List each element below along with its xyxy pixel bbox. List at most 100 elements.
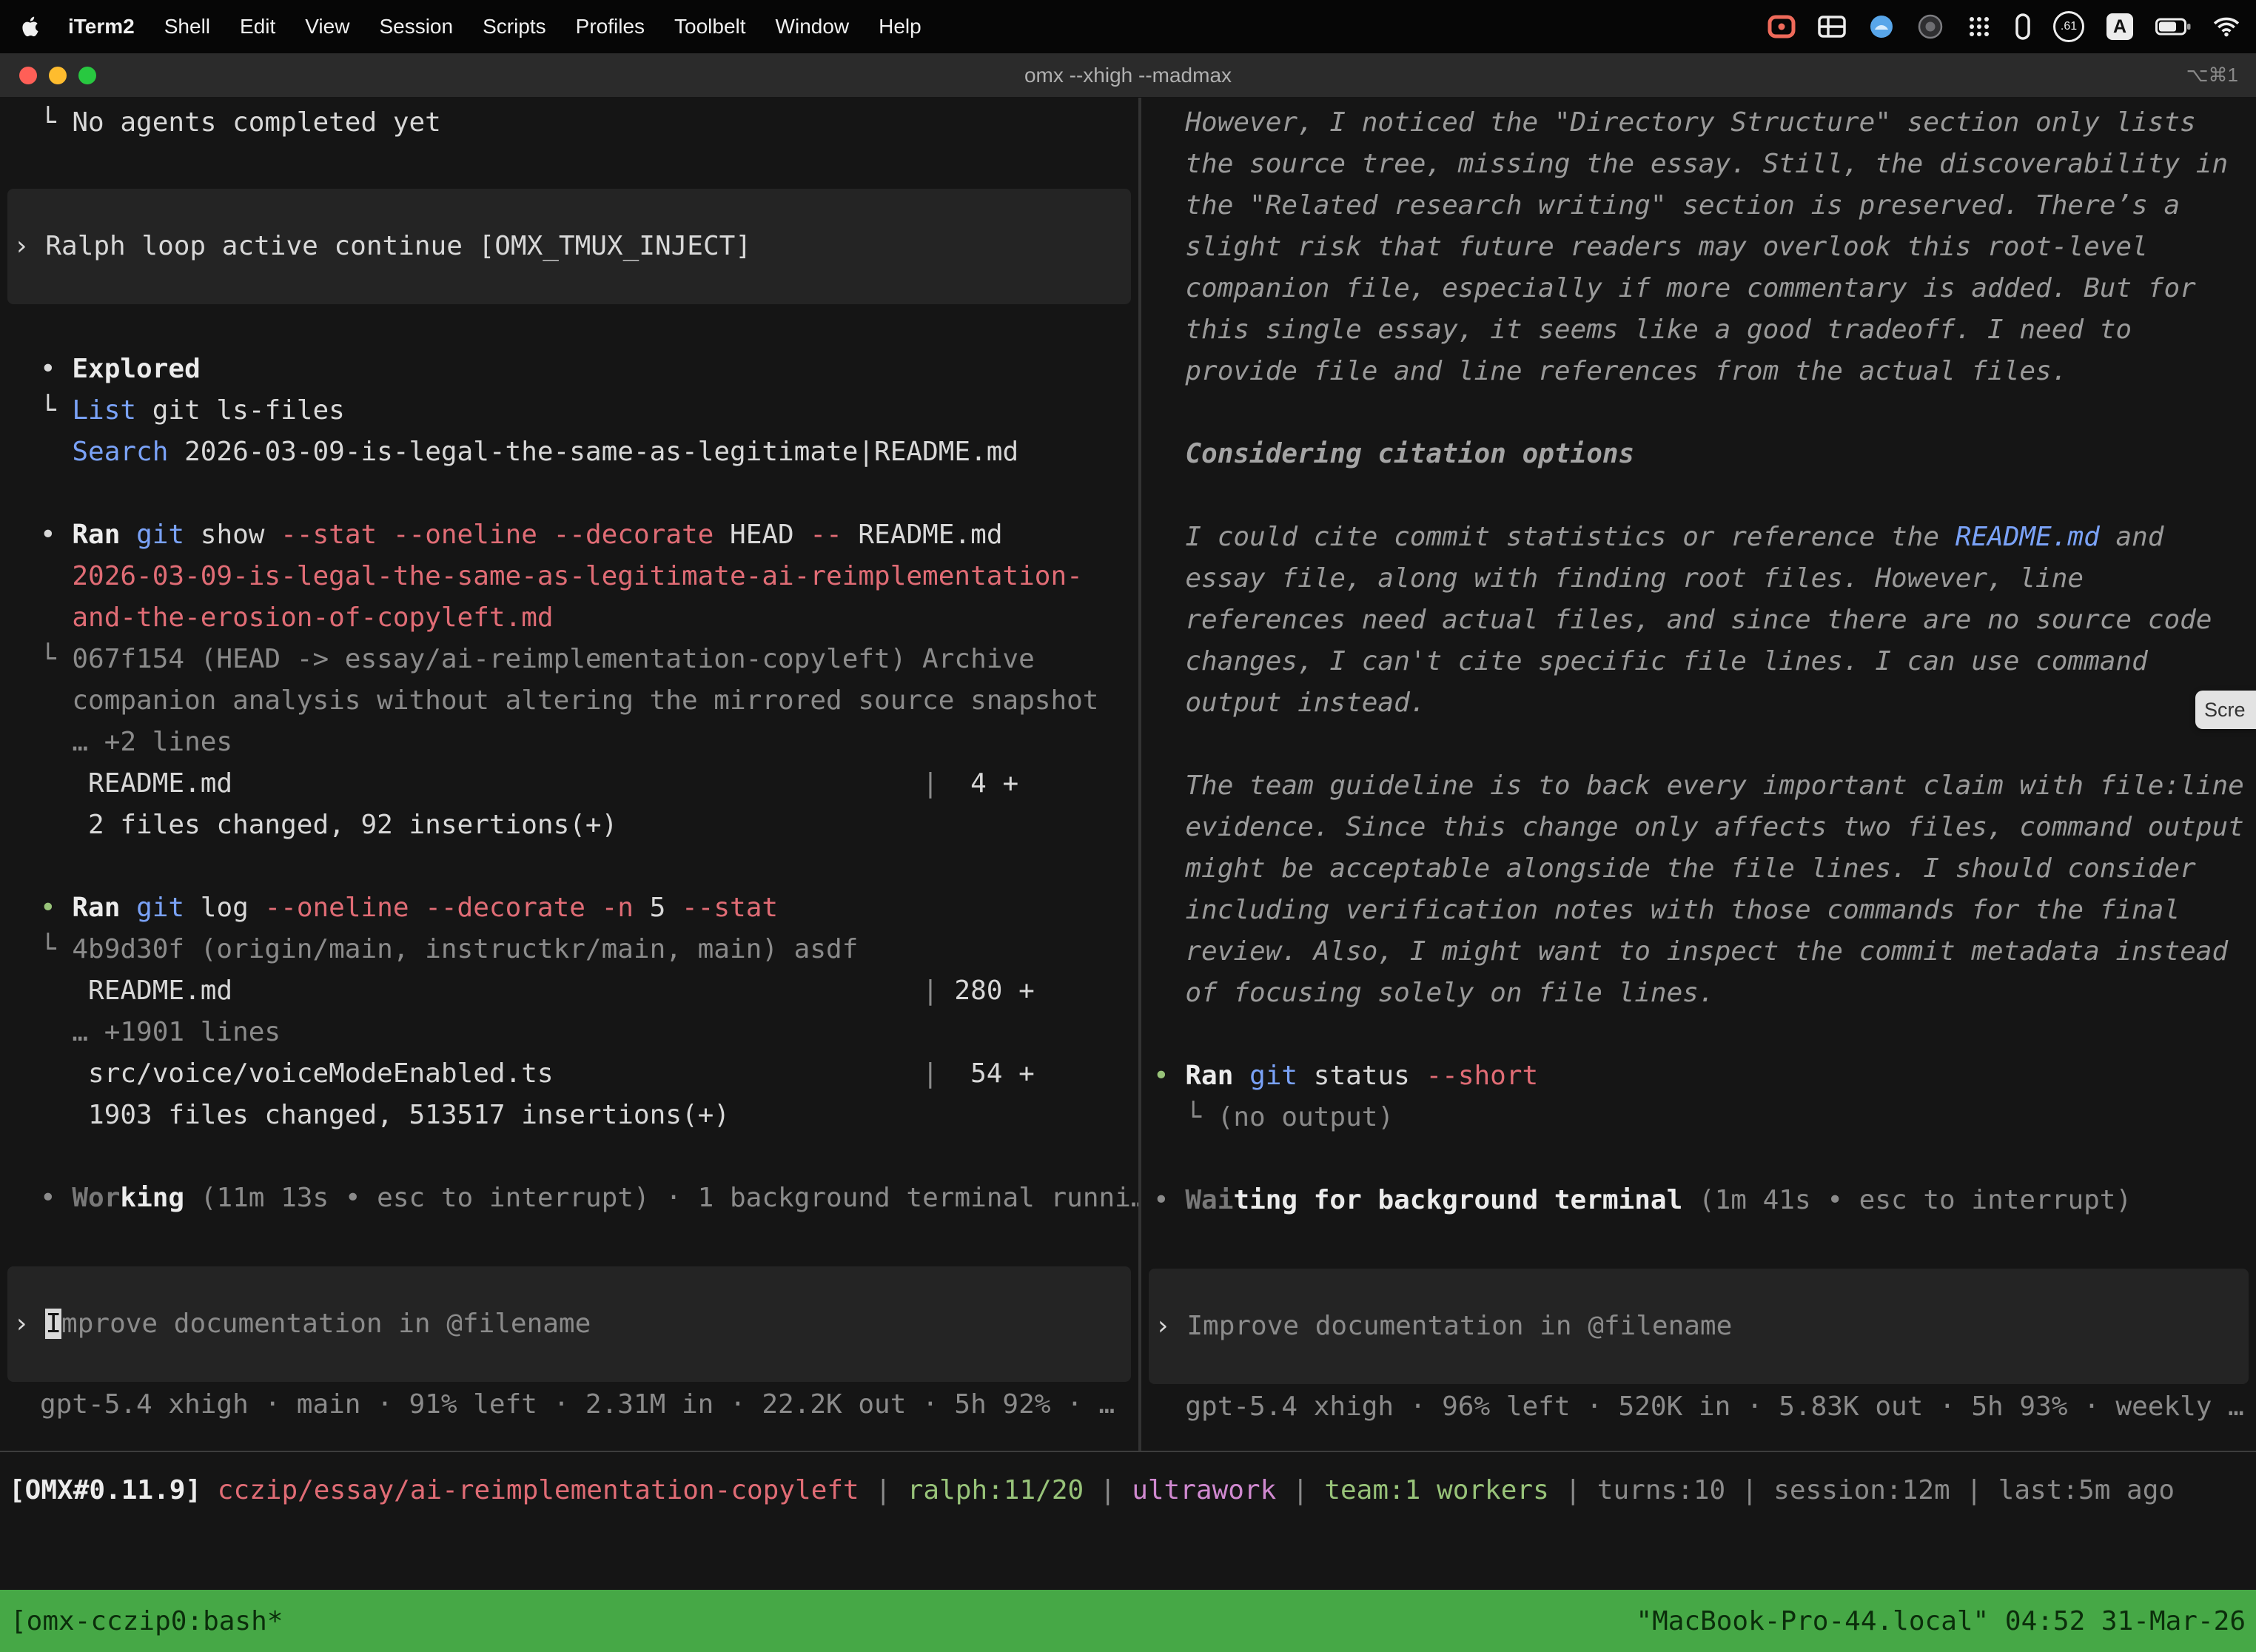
screen-recording-icon[interactable] <box>1767 15 1796 38</box>
terminal-line: README.md | 280 + <box>40 970 1138 1012</box>
terminal-line: • Ran git show --stat --oneline --decora… <box>40 514 1138 556</box>
terminal-line: provide file and line references from th… <box>1153 351 2256 392</box>
terminal-line: › Improve documentation in @filename <box>13 1303 1131 1345</box>
terminal-line: 2026-03-09-is-legal-the-same-as-legitima… <box>40 556 1138 597</box>
terminal-line: I could cite commit statistics or refere… <box>1153 517 2256 558</box>
agent-summary-top: └ No agents completed yet <box>0 98 1138 144</box>
session-status-right: gpt-5.4 xhigh · 96% left · 520K in · 5.8… <box>1141 1386 2256 1428</box>
terminal-line: • Ran git status --short <box>1153 1055 2256 1097</box>
terminal-line: … +1901 lines <box>40 1012 1138 1053</box>
menu-item-window[interactable]: Window <box>761 15 865 38</box>
zoom-button[interactable] <box>78 67 96 84</box>
terminal-line: output instead. <box>1153 682 2256 724</box>
terminal-line: › Ralph loop active continue [OMX_TMUX_I… <box>13 226 1131 267</box>
input-source-icon[interactable]: A <box>2106 13 2133 40</box>
menu-item-toolbelt[interactable]: Toolbelt <box>659 15 761 38</box>
dark-app-icon[interactable] <box>1917 13 1944 40</box>
terminal-area: └ No agents completed yet › Ralph loop a… <box>0 98 2256 1590</box>
terminal-line: companion file, especially if more comme… <box>1153 268 2256 309</box>
window-tiling-icon[interactable] <box>1818 16 1846 38</box>
battery-gauge-icon[interactable]: .61 <box>2053 11 2084 42</box>
terminal-line: • Waiting for background terminal (1m 41… <box>1153 1180 2256 1221</box>
terminal-line: Search 2026-03-09-is-legal-the-same-as-l… <box>40 432 1138 473</box>
terminal-line: … +2 lines <box>40 722 1138 763</box>
dots-grid-icon[interactable] <box>1966 13 1993 40</box>
window-title: omx --xhigh --madmax <box>1024 64 1232 87</box>
apple-icon[interactable] <box>0 15 53 38</box>
menu-item-iterm2[interactable]: iTerm2 <box>53 15 150 38</box>
terminal-line: 2 files changed, 92 insertions(+) <box>40 805 1138 846</box>
terminal-line: [OMX#0.11.9] cczip/essay/ai-reimplementa… <box>9 1470 2256 1511</box>
terminal-line: including verification notes with those … <box>1153 890 2256 931</box>
blue-app-icon[interactable] <box>1868 13 1895 40</box>
menu-item-view[interactable]: View <box>290 15 364 38</box>
traffic-lights <box>19 67 96 84</box>
terminal-line: changes, I can't cite specific file line… <box>1153 641 2256 682</box>
menubar: iTerm2 Shell Edit View Session Scripts P… <box>0 0 2256 53</box>
terminal-line: README.md | 4 + <box>40 763 1138 805</box>
terminal-line <box>40 1136 1138 1178</box>
battery-icon[interactable] <box>2155 17 2191 36</box>
terminal-line: └ 4b9d30f (origin/main, instructkr/main,… <box>40 929 1138 970</box>
menu-item-shell[interactable]: Shell <box>150 15 225 38</box>
terminal-line: However, I noticed the "Directory Struct… <box>1153 102 2256 144</box>
terminal-line: • Ran git log --oneline --decorate -n 5 … <box>40 887 1138 929</box>
terminal-line: of focusing solely on file lines. <box>1153 973 2256 1014</box>
terminal-line: └ (no output) <box>1153 1097 2256 1138</box>
terminal-line <box>1153 392 2256 434</box>
terminal-line: essay file, along with finding root file… <box>1153 558 2256 600</box>
menu-item-help[interactable]: Help <box>864 15 936 38</box>
menu-item-edit[interactable]: Edit <box>225 15 290 38</box>
terminal-line: • Explored <box>40 349 1138 390</box>
menu-item-scripts[interactable]: Scripts <box>468 15 561 38</box>
desktop-screen: iTerm2 Shell Edit View Session Scripts P… <box>0 0 2256 1652</box>
terminal-line: › Improve documentation in @filename <box>1155 1306 2249 1347</box>
tmux-session-label: [omx-cczip0:bash* <box>10 1606 283 1636</box>
terminal-line: src/voice/voiceModeEnabled.ts | 54 + <box>40 1053 1138 1095</box>
terminal-line: companion analysis without altering the … <box>40 680 1138 722</box>
prompt-input-right-text: › Improve documentation in @filename <box>1155 1306 2249 1347</box>
terminal-line: • Working (11m 13s • esc to interrupt) ·… <box>40 1178 1138 1219</box>
password-pill-icon[interactable] <box>2015 13 2031 41</box>
terminal-line: slight risk that future readers may over… <box>1153 226 2256 268</box>
terminal-line: The team guideline is to back every impo… <box>1153 765 2256 807</box>
close-button[interactable] <box>19 67 37 84</box>
terminal-line <box>1153 1014 2256 1055</box>
window-titlebar[interactable]: omx --xhigh --madmax ⌥⌘1 <box>0 53 2256 98</box>
omx-status-text: [OMX#0.11.9] cczip/essay/ai-reimplementa… <box>9 1470 2256 1511</box>
pane-left[interactable]: └ No agents completed yet › Ralph loop a… <box>0 98 1138 1451</box>
terminal-line: this single essay, it seems like a good … <box>1153 309 2256 351</box>
agent-transcript-left: • Explored└ List git ls-files Search 202… <box>0 349 1138 1219</box>
terminal-line: gpt-5.4 xhigh · main · 91% left · 2.31M … <box>40 1384 1138 1426</box>
minimize-button[interactable] <box>49 67 67 84</box>
screen-share-pill[interactable]: Scre <box>2195 691 2256 729</box>
terminal-line: and-the-erosion-of-copyleft.md <box>40 597 1138 639</box>
window-shortcut-badge: ⌥⌘1 <box>2186 64 2238 87</box>
terminal-line <box>1153 724 2256 765</box>
terminal-line: └ No agents completed yet <box>40 102 1138 144</box>
agent-transcript-right: However, I noticed the "Directory Struct… <box>1141 98 2256 1221</box>
prompt-input-left[interactable]: › Improve documentation in @filename <box>7 1266 1131 1382</box>
terminal-line: └ List git ls-files <box>40 390 1138 432</box>
prompt-input-left-text: › Improve documentation in @filename <box>13 1303 1131 1345</box>
prompt-input-right[interactable]: › Improve documentation in @filename <box>1149 1269 2249 1384</box>
terminal-line: the "Related research writing" section i… <box>1153 185 2256 226</box>
terminal-line: └ 067f154 (HEAD -> essay/ai-reimplementa… <box>40 639 1138 680</box>
omx-status-bar: [OMX#0.11.9] cczip/essay/ai-reimplementa… <box>0 1451 2256 1590</box>
menu-item-profiles[interactable]: Profiles <box>561 15 659 38</box>
terminal-line: the source tree, missing the essay. Stil… <box>1153 144 2256 185</box>
ralph-loop-banner: › Ralph loop active continue [OMX_TMUX_I… <box>7 189 1131 304</box>
tmux-status-bar: [omx-cczip0:bash* "MacBook-Pro-44.local"… <box>0 1590 2256 1652</box>
pane-right[interactable]: However, I noticed the "Directory Struct… <box>1141 98 2256 1451</box>
terminal-line: Considering citation options <box>1153 434 2256 475</box>
tmux-host-time-label: "MacBook-Pro-44.local" 04:52 31-Mar-26 <box>1636 1606 2246 1636</box>
ralph-loop-banner-text: › Ralph loop active continue [OMX_TMUX_I… <box>13 226 1131 267</box>
terminal-line <box>1153 475 2256 517</box>
terminal-line <box>40 846 1138 887</box>
menu-item-session[interactable]: Session <box>364 15 468 38</box>
terminal-line: evidence. Since this change only affects… <box>1153 807 2256 848</box>
terminal-line: 1903 files changed, 513517 insertions(+) <box>40 1095 1138 1136</box>
terminal-line: might be acceptable alongside the file l… <box>1153 848 2256 890</box>
terminal-line: review. Also, I might want to inspect th… <box>1153 931 2256 973</box>
wifi-icon[interactable] <box>2213 16 2240 37</box>
